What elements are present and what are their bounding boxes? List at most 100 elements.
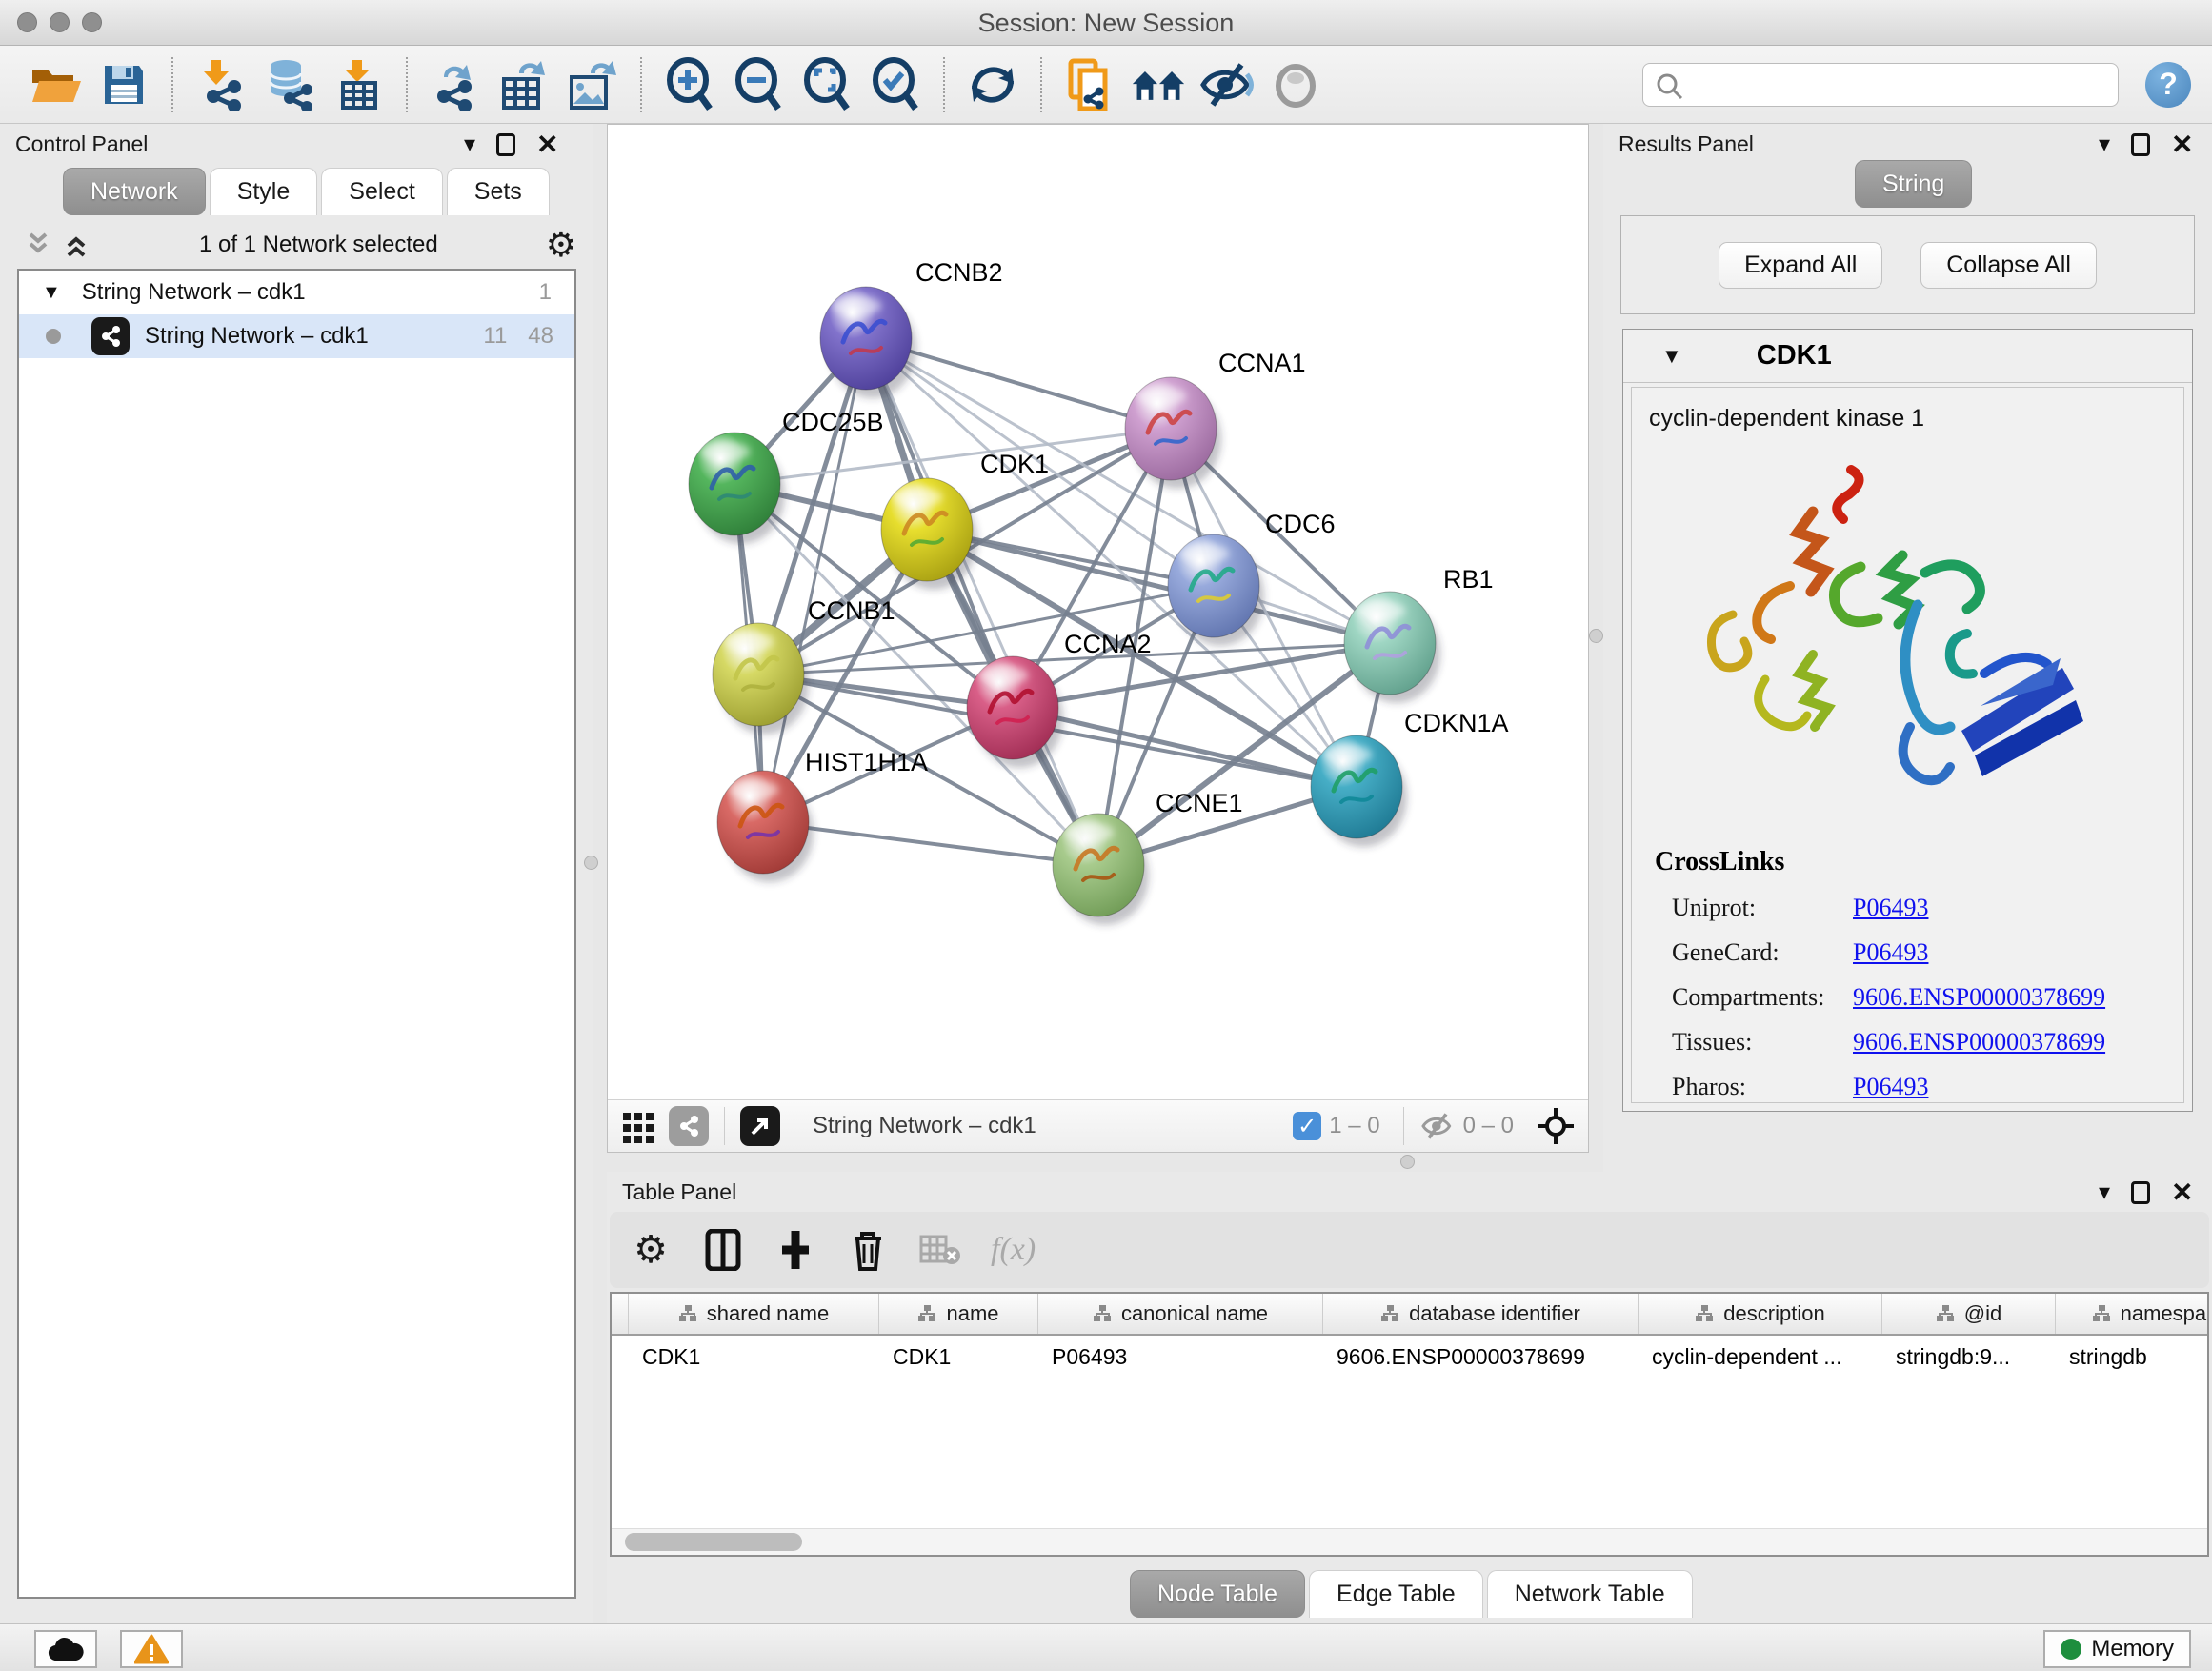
show-all-networks-button[interactable] [1131,57,1186,112]
crosslink-link[interactable]: P06493 [1853,938,1928,967]
hide-selected-button[interactable] [1199,57,1255,112]
fit-content-button[interactable] [799,57,855,112]
float-panel-icon[interactable] [496,133,515,156]
collapse-all-chevron-icon[interactable] [25,232,53,257]
network-node-ccnb2[interactable] [820,287,916,398]
column-header-canonical-name[interactable]: canonical name [1038,1294,1323,1334]
tab-network[interactable]: Network [63,168,206,215]
tab-network-table[interactable]: Network Table [1487,1570,1693,1618]
export-image-button[interactable] [565,57,620,112]
close-panel-icon[interactable]: ✕ [536,131,558,158]
clone-network-button[interactable] [1062,57,1117,112]
right-splitter-handle[interactable] [1589,629,1603,643]
collapse-protein-icon[interactable]: ▼ [1661,344,1682,369]
column-header-name[interactable]: name [879,1294,1038,1334]
warning-icon [134,1634,169,1664]
function-builder-icon[interactable]: f(x) [991,1232,1036,1268]
save-session-button[interactable] [96,57,151,112]
panel-menu-icon[interactable]: ▾ [2099,1181,2110,1204]
node-label-cdc6: CDC6 [1265,510,1336,538]
table-row[interactable]: CDK1CDK1P064939606.ENSP00000378699cyclin… [612,1336,2207,1378]
open-in-new-icon[interactable] [740,1106,780,1146]
panel-menu-icon[interactable]: ▾ [464,133,475,156]
string-badge-icon[interactable] [669,1106,709,1146]
network-node-ccna2[interactable] [967,656,1063,768]
network-node-ccne1[interactable] [1053,814,1149,925]
import-table-button[interactable] [331,57,386,112]
toolbar-separator [943,57,945,112]
column-header--id[interactable]: @id [1882,1294,2056,1334]
cloud-status-button[interactable] [34,1630,97,1668]
zoom-in-button[interactable] [662,57,717,112]
column-header-database-identifier[interactable]: database identifier [1323,1294,1639,1334]
collapse-all-button[interactable]: Collapse All [1920,242,2097,289]
network-node-cdkn1a[interactable] [1311,735,1407,847]
network-node-ccna1[interactable] [1125,377,1221,489]
node-label-cdc25b: CDC25B [782,408,884,436]
show-hidden-button[interactable] [1268,57,1323,112]
tab-sets[interactable]: Sets [447,168,550,215]
import-network-from-database-button[interactable] [262,57,317,112]
zoom-out-icon [733,57,784,112]
column-header-namespace[interactable]: namespace [2056,1294,2209,1334]
tab-string[interactable]: String [1855,160,1972,208]
apply-layout-button[interactable] [965,57,1020,112]
panel-menu-icon[interactable]: ▾ [2099,133,2110,156]
horizontal-scrollbar[interactable] [612,1528,2207,1555]
results-panel: Results Panel ▾ ✕ String Expand All Coll… [1603,124,2212,1172]
network-node-rb1[interactable] [1344,592,1440,703]
network-node-cdk1[interactable] [881,478,977,590]
grid-view-icon[interactable] [621,1109,655,1143]
network-row-selected[interactable]: String Network – cdk1 11 48 [19,314,574,358]
delete-table-icon[interactable] [918,1228,962,1272]
memory-button[interactable]: Memory [2043,1630,2191,1668]
search-input[interactable] [1642,63,2119,107]
export-table-button[interactable] [496,57,552,112]
show-columns-icon[interactable] [701,1228,745,1272]
protein-header[interactable]: ▼ CDK1 [1623,330,2192,383]
network-edge-ccna2-cdkn1a[interactable] [1013,708,1357,787]
tab-node-table[interactable]: Node Table [1130,1570,1305,1618]
delete-column-icon[interactable] [846,1228,890,1272]
column-header-shared-name[interactable]: shared name [629,1294,879,1334]
birds-eye-crosshair-icon[interactable] [1537,1107,1575,1145]
float-panel-icon[interactable] [2131,1181,2150,1204]
tab-select[interactable]: Select [321,168,442,215]
float-panel-icon[interactable] [2131,133,2150,156]
crosslink-link[interactable]: P06493 [1853,894,1928,922]
expand-all-chevron-icon[interactable] [63,232,91,257]
bottom-splitter-handle[interactable] [1400,1155,1415,1169]
network-canvas[interactable]: CCNB2CCNA1CDC25BCDK1CDC6RB1CCNB1CCNA2CDK… [608,125,1588,1099]
help-button[interactable]: ? [2145,62,2191,108]
hidden-eye-icon[interactable] [1419,1112,1456,1140]
create-column-icon[interactable] [774,1228,817,1272]
tab-edge-table[interactable]: Edge Table [1309,1570,1483,1618]
toolbar-separator [1040,57,1042,112]
column-header-description[interactable]: description [1639,1294,1882,1334]
network-edge-ccnb2-ccne1[interactable] [866,338,1098,865]
expand-all-button[interactable]: Expand All [1719,242,1882,289]
zoom-selected-button[interactable] [868,57,923,112]
table-cell: stringdb [2056,1344,2209,1370]
crosslink-link[interactable]: 9606.ENSP00000378699 [1853,1028,2105,1057]
tree-expander-icon[interactable]: ▼ [42,282,61,304]
export-network-button[interactable] [428,57,483,112]
crosslink-link[interactable]: P06493 [1853,1073,1928,1101]
zoom-out-button[interactable] [731,57,786,112]
network-collection-row[interactable]: ▼ String Network – cdk1 1 [19,271,574,314]
close-panel-icon[interactable]: ✕ [2171,131,2193,158]
tab-style[interactable]: Style [210,168,318,215]
table-settings-gear-icon[interactable]: ⚙ [629,1228,673,1272]
selected-checkbox[interactable]: ✓ [1293,1112,1321,1140]
left-splitter-handle[interactable] [584,856,598,870]
network-node-cdc25b[interactable] [689,433,785,544]
close-panel-icon[interactable]: ✕ [2171,1179,2193,1206]
crosslink-link[interactable]: 9606.ENSP00000378699 [1853,983,2105,1012]
scrollbar-handle[interactable] [625,1533,802,1551]
results-actions: Expand All Collapse All [1620,215,2195,314]
network-node-hist1h1a[interactable] [717,771,814,882]
open-file-button[interactable] [28,57,83,112]
network-options-gear-icon[interactable]: ⚙ [546,228,576,262]
import-network-button[interactable] [193,57,249,112]
warnings-button[interactable] [120,1630,183,1668]
